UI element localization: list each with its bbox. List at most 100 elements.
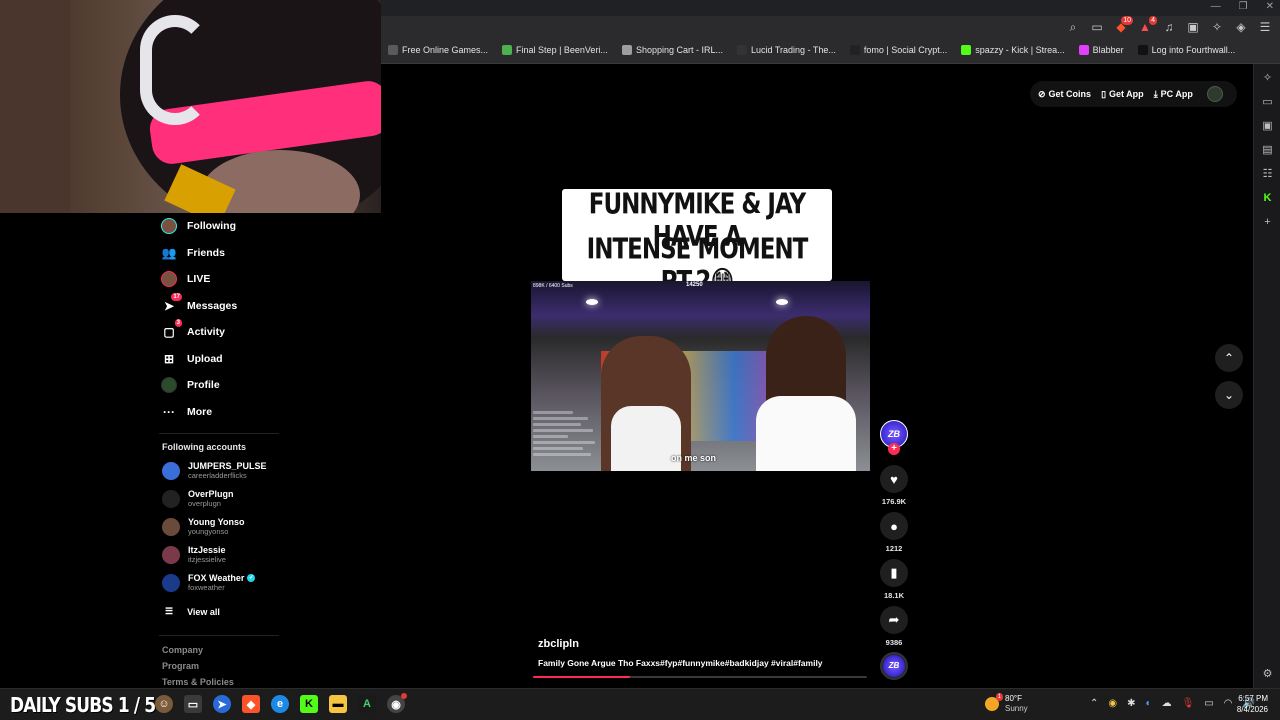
share-button[interactable]: ➦ xyxy=(880,606,908,634)
close-icon[interactable]: ✕ xyxy=(1266,1,1274,12)
nav-label: Activity xyxy=(187,326,225,338)
ai-sparkle-icon[interactable]: ✧ xyxy=(1210,20,1224,34)
stream-sub-goal: 898K / 6400 Subs xyxy=(533,283,573,289)
cloud-icon[interactable]: ☁ xyxy=(1162,698,1172,709)
account-avatar xyxy=(162,461,180,480)
tv-icon[interactable]: ▭ xyxy=(1261,96,1274,109)
brave-rewards-icon[interactable]: ▲ 4 xyxy=(1138,16,1157,34)
nav-activity[interactable]: ▢ 3 Activity xyxy=(161,319,225,340)
nav-messages[interactable]: ➤ 17 Messages xyxy=(161,293,237,314)
footer-company-link[interactable]: Company xyxy=(162,645,203,655)
account-handle: youngyonso xyxy=(188,527,229,536)
wallet-icon[interactable]: ▣ xyxy=(1186,20,1200,34)
following-account[interactable]: ItzJessie itzjessielive xyxy=(162,545,226,564)
video-player[interactable]: 898K / 6400 Subs 14250 on me son xyxy=(531,281,870,471)
following-accounts-title: Following accounts xyxy=(162,442,247,452)
video-progress-bar[interactable] xyxy=(533,676,867,678)
weather-widget[interactable]: 1 80°F Sunny xyxy=(985,693,1028,714)
add-icon[interactable]: + xyxy=(1261,216,1274,229)
settings-icon[interactable]: ⚙ xyxy=(1261,668,1274,681)
kick-icon[interactable]: K xyxy=(1261,192,1274,205)
get-coins-button[interactable]: ⊘ Get Coins xyxy=(1038,89,1091,100)
brave-icon[interactable]: ◆ xyxy=(242,695,260,713)
restore-icon[interactable]: ❐ xyxy=(1239,1,1248,12)
wallet-icon[interactable]: ▣ xyxy=(1261,120,1274,133)
sun-icon: 1 xyxy=(985,693,1003,711)
folder-icon[interactable]: ▬ xyxy=(329,695,347,713)
minimize-icon[interactable]: — xyxy=(1211,1,1221,12)
bookmark-label: Log into Fourthwall... xyxy=(1151,45,1236,55)
bookmark-label: fomo | Social Crypt... xyxy=(863,45,948,55)
nav-profile[interactable]: Profile xyxy=(161,377,220,393)
weather-condition: Sunny xyxy=(1005,704,1028,713)
pc-app-label: PC App xyxy=(1160,89,1193,99)
comment-button[interactable]: ● xyxy=(880,512,908,540)
following-account[interactable]: OverPlugn overplugn xyxy=(162,489,234,508)
leo-ai-icon[interactable]: ✧ xyxy=(1261,72,1274,85)
bookmarks-icon[interactable]: ▤ xyxy=(1261,144,1274,157)
beenverified-favicon xyxy=(502,45,513,55)
reading-list-icon[interactable]: ☷ xyxy=(1261,168,1274,181)
account-name: ItzJessie xyxy=(188,545,226,555)
nav-live[interactable]: LIVE xyxy=(161,271,210,287)
vpn-shield-icon[interactable]: ◈ xyxy=(1234,20,1248,34)
bookmark-item[interactable]: Final Step | BeenVeri... xyxy=(502,45,608,55)
previous-video-button[interactable]: ⌃ xyxy=(1215,344,1243,372)
bookmark-item[interactable]: fomo | Social Crypt... xyxy=(849,45,948,55)
bookmark-item[interactable]: Free Online Games... xyxy=(388,45,488,55)
cast-icon[interactable]: ▭ xyxy=(1090,20,1104,34)
bookmark-item[interactable]: Shopping Cart - IRL... xyxy=(621,45,723,55)
bookmark-item[interactable]: spazzy - Kick | Strea... xyxy=(961,45,1065,55)
follow-plus-icon[interactable]: + xyxy=(888,443,900,455)
following-account[interactable]: Young Yonso youngyonso xyxy=(162,517,245,536)
app-circle-icon[interactable]: ➤ xyxy=(213,695,231,713)
nav-friends[interactable]: 👥 Friends xyxy=(161,245,225,261)
like-button[interactable]: ♥ xyxy=(880,465,908,493)
view-all-button[interactable]: ☰ View all xyxy=(165,606,220,617)
bookmark-item[interactable]: Lucid Trading - The... xyxy=(736,45,836,55)
following-account[interactable]: JUMPERS_PULSE careerladderflicks xyxy=(162,461,267,480)
microphone-icon[interactable]: 🎙 xyxy=(1182,698,1195,709)
bookmark-icon: ▮ xyxy=(890,565,898,580)
rewards-badge: 4 xyxy=(1149,16,1157,25)
kick-icon[interactable]: K xyxy=(300,695,318,713)
upload-icon: ⊞ xyxy=(163,352,175,366)
get-app-button[interactable]: ▯ Get App xyxy=(1101,89,1144,100)
chevron-up-icon[interactable]: ⌃ xyxy=(1090,698,1098,709)
tray-app-icon[interactable]: ◉ xyxy=(1108,698,1117,709)
next-video-button[interactable]: ⌄ xyxy=(1215,381,1243,409)
footer-terms-link[interactable]: Terms & Policies xyxy=(162,677,234,687)
nav-upload[interactable]: ⊞ Upload xyxy=(161,351,223,367)
user-avatar[interactable] xyxy=(1206,86,1223,102)
edge-tray-icon[interactable]: ◐ xyxy=(1146,698,1152,709)
display-icon[interactable]: ▭ xyxy=(1204,698,1213,709)
edge-icon[interactable]: e xyxy=(271,695,289,713)
bookmark-item[interactable]: Blabber xyxy=(1078,45,1124,55)
following-account[interactable]: FOX Weather ✓ foxweather xyxy=(162,573,256,592)
system-clock[interactable]: 6:57 PM 8/4/2026 xyxy=(1232,693,1268,715)
app-a-icon[interactable]: A xyxy=(358,695,376,713)
pc-app-button[interactable]: ⤓ PC App xyxy=(1154,89,1193,100)
bluetooth-icon[interactable]: ✱ xyxy=(1127,698,1135,709)
nav-more[interactable]: ··· More xyxy=(161,404,212,420)
save-button[interactable]: ▮ xyxy=(880,559,908,587)
music-icon[interactable]: ♫ xyxy=(1162,20,1176,34)
music-disc[interactable]: ZB xyxy=(880,652,908,680)
video-author[interactable]: zbclipln xyxy=(538,638,579,650)
avatar-app-icon[interactable]: ☺ xyxy=(155,695,173,713)
brave-shield-icon[interactable]: ◆ 10 xyxy=(1114,16,1133,34)
nav-label: More xyxy=(187,406,213,418)
menu-icon[interactable]: ☰ xyxy=(1258,20,1272,34)
nav-following[interactable]: Following xyxy=(161,218,236,234)
heart-icon: ♥ xyxy=(890,471,898,487)
activity-badge: 3 xyxy=(174,319,182,327)
account-handle: itzjessielive xyxy=(188,555,226,564)
account-avatar xyxy=(162,489,180,508)
globe-favicon xyxy=(621,45,632,55)
bookmark-item[interactable]: Log into Fourthwall... xyxy=(1137,45,1236,55)
footer-program-link[interactable]: Program xyxy=(162,661,199,671)
nav-label: Upload xyxy=(187,353,223,365)
search-icon[interactable]: ⌕ xyxy=(1066,20,1080,34)
obs-icon[interactable]: ◉ xyxy=(387,693,407,713)
task-view-icon[interactable]: ▭ xyxy=(184,695,202,713)
